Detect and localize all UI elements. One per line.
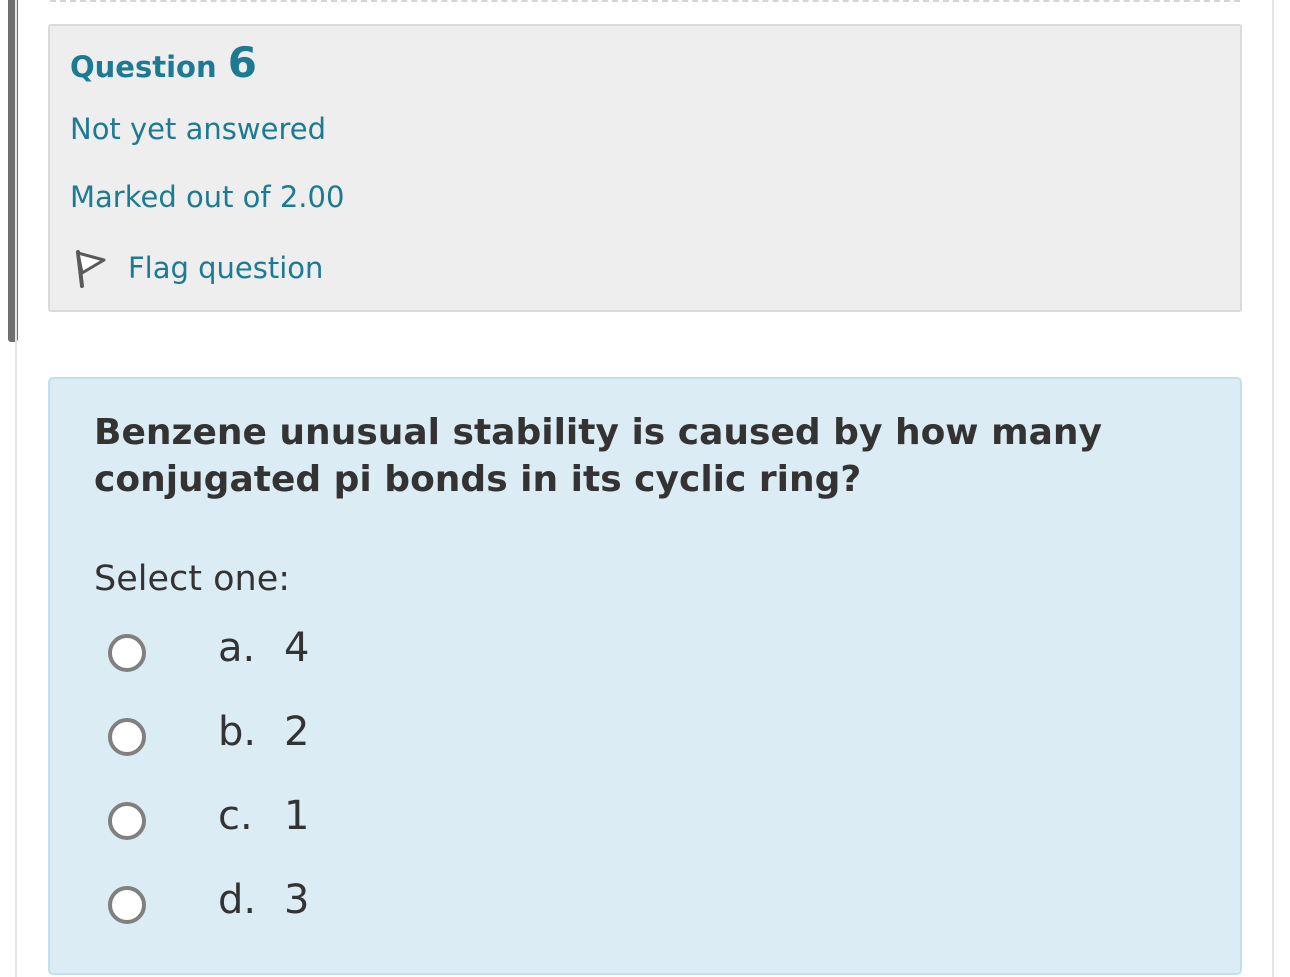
- answer-value[interactable]: 2: [284, 709, 309, 755]
- flag-icon[interactable]: [72, 248, 110, 288]
- question-content-panel: Benzene unusual stability is caused by h…: [48, 377, 1242, 975]
- radio-unchecked-icon[interactable]: [108, 886, 146, 924]
- radio-unchecked-icon[interactable]: [108, 634, 146, 672]
- question-grade: Marked out of 2.00: [70, 180, 345, 214]
- answer-option-d[interactable]: d. 3: [108, 877, 508, 933]
- question-title-word: Question: [70, 50, 217, 84]
- radio-unchecked-icon[interactable]: [108, 718, 146, 756]
- question-info-panel: Question 6 Not yet answered Marked out o…: [48, 24, 1242, 312]
- radio-unchecked-icon[interactable]: [108, 802, 146, 840]
- answer-value[interactable]: 4: [284, 625, 309, 671]
- section-divider: [50, 0, 1240, 2]
- answer-letter[interactable]: c.: [218, 793, 253, 839]
- left-page-border: [15, 0, 17, 977]
- right-page-border: [1272, 0, 1274, 977]
- answer-value[interactable]: 3: [284, 877, 309, 923]
- answer-option-c[interactable]: c. 1: [108, 793, 508, 849]
- flag-question-label[interactable]: Flag question: [128, 251, 323, 285]
- answer-letter[interactable]: b.: [218, 709, 256, 755]
- answer-value[interactable]: 1: [284, 793, 309, 839]
- question-heading: Question 6: [70, 38, 257, 87]
- answer-option-b[interactable]: b. 2: [108, 709, 508, 765]
- question-number: 6: [227, 38, 257, 87]
- answer-option-a[interactable]: a. 4: [108, 625, 508, 681]
- flag-question-link[interactable]: Flag question: [72, 248, 323, 288]
- answer-letter[interactable]: a.: [218, 625, 255, 671]
- question-state: Not yet answered: [70, 112, 326, 146]
- question-text: Benzene unusual stability is caused by h…: [94, 412, 1102, 500]
- answer-letter[interactable]: d.: [218, 877, 256, 923]
- select-one-prompt: Select one:: [94, 559, 291, 599]
